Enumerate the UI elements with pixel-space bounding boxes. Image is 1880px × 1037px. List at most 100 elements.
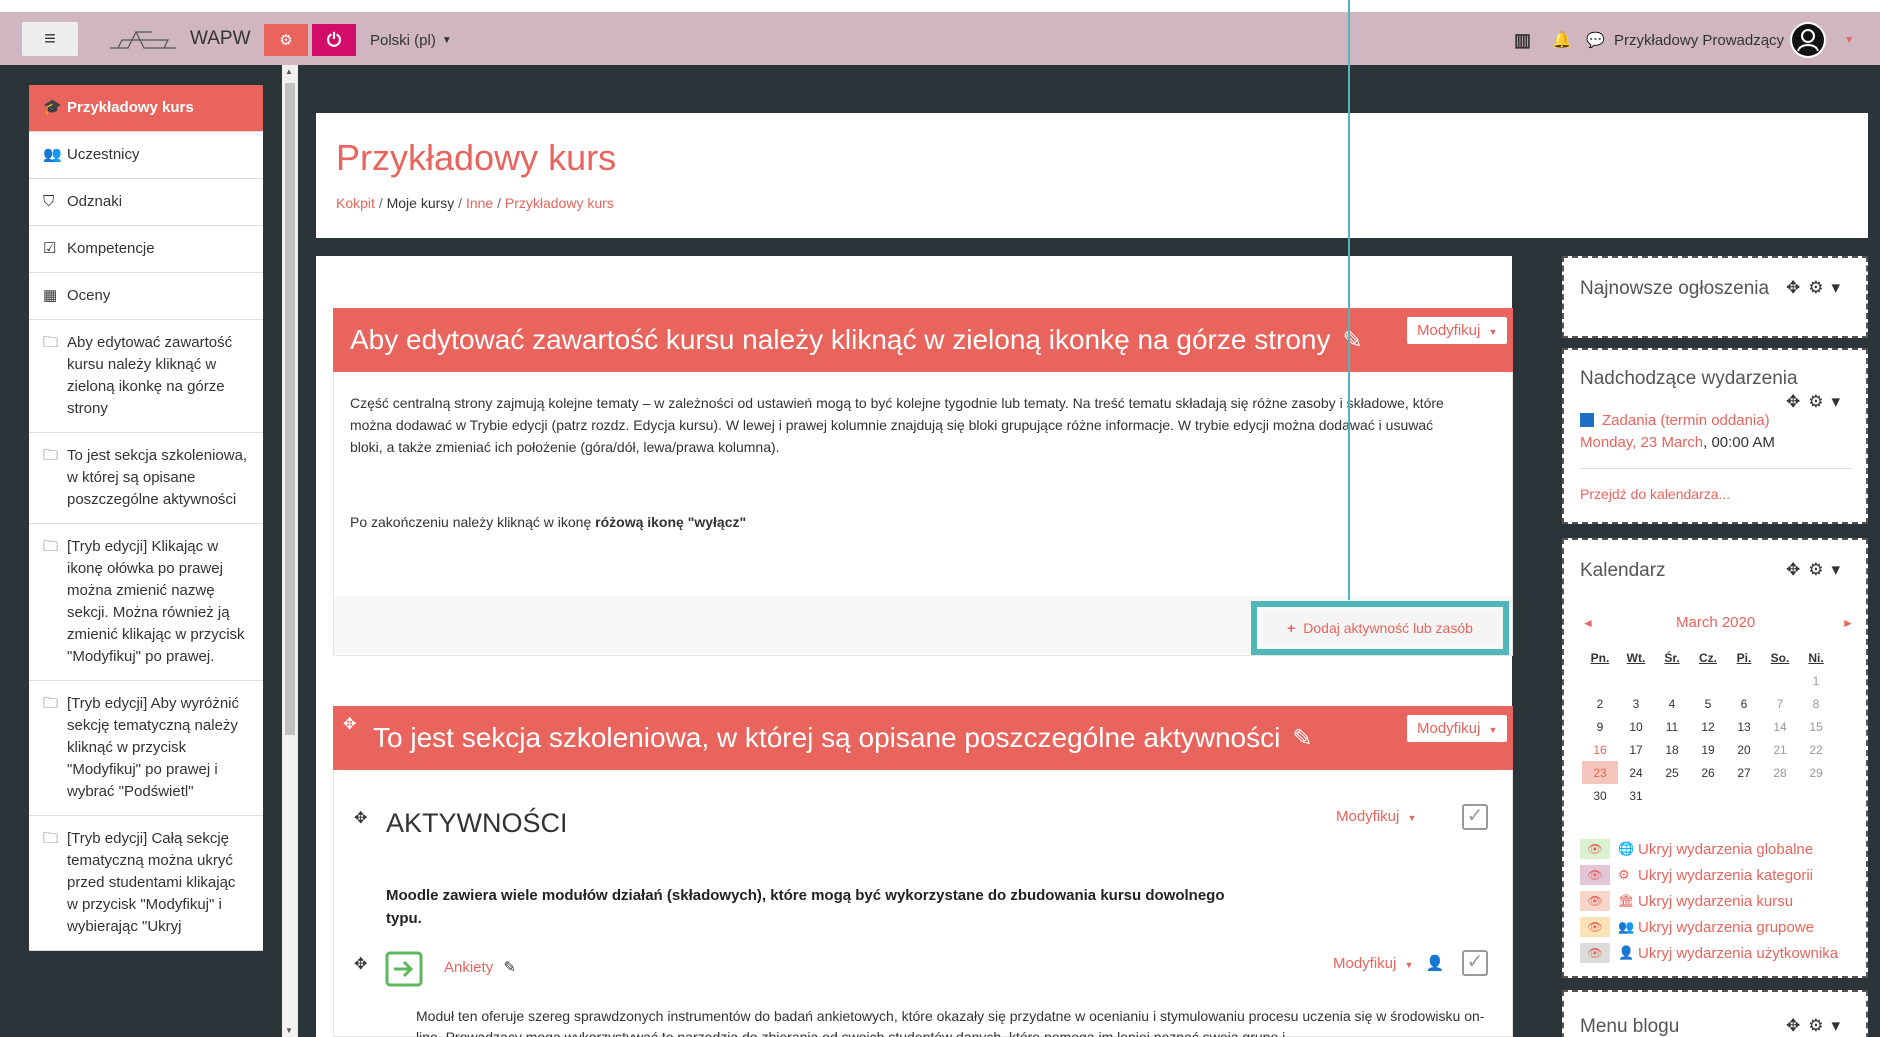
section-2-header: ✥ To jest sekcja szkoleniowa, w której s…	[333, 706, 1513, 770]
calendar-day[interactable]: 5	[1690, 692, 1726, 715]
calendar-day[interactable]: 27	[1726, 761, 1762, 784]
caret-down-icon: ▼	[1488, 725, 1498, 735]
sidebar-item[interactable]: ☑ Kompetencje	[29, 226, 263, 273]
block-controls[interactable]: ✥⚙▾	[1786, 1016, 1848, 1036]
section-1-modify-button[interactable]: Modyfikuj ▼	[1407, 317, 1508, 344]
calendar-day[interactable]: 20	[1726, 738, 1762, 761]
folder-icon: 🗀	[43, 447, 59, 464]
add-activity-button[interactable]: + Dodaj aktywność lub zasób	[1263, 612, 1497, 644]
sidebar-item[interactable]: 🗀 [Tryb edycji] Aby wyróżnić sekcję temat…	[29, 681, 263, 816]
calendar-day[interactable]: 25	[1654, 761, 1690, 784]
sidebar-item[interactable]: 🗀 [Tryb edycji] Klikając w ikonę ołówka p…	[29, 524, 263, 681]
calendar-day[interactable]: 8	[1798, 692, 1834, 715]
next-month-arrow[interactable]: ►	[1842, 616, 1854, 630]
calendar-filter[interactable]: 👁 👥 Ukryj wydarzenia grupowe	[1580, 914, 1838, 940]
calendar-day[interactable]: 31	[1618, 784, 1654, 807]
calendar-day	[1582, 669, 1618, 692]
block-controls[interactable]: ✥⚙▾	[1786, 392, 1848, 412]
settings-cogs-button[interactable]: ⚙	[264, 24, 308, 56]
calendar-day[interactable]: 11	[1654, 715, 1690, 738]
calendar-day[interactable]: 7	[1762, 692, 1798, 715]
filter-label: Ukryj wydarzenia użytkownika	[1638, 944, 1839, 962]
move-icon[interactable]: ✥	[354, 954, 367, 974]
sidebar-item[interactable]: 🎓 Przykładowy kurs	[29, 85, 263, 132]
sidebar-item[interactable]: 🗀 [Tryb edycji] Całą sekcję tematyczną mo…	[29, 816, 263, 951]
calendar-day[interactable]: 14	[1762, 715, 1798, 738]
calendar-day[interactable]: 21	[1762, 738, 1798, 761]
calendar-filter[interactable]: 👁 🌐 Ukryj wydarzenia globalne	[1580, 836, 1838, 862]
activities-modify-button[interactable]: Modyfikuj ▼	[1336, 808, 1416, 825]
calendar-day[interactable]: 13	[1726, 715, 1762, 738]
prev-month-arrow[interactable]: ◄	[1582, 616, 1594, 630]
user-menu[interactable]: Przykładowy Prowadzący ▼	[1614, 20, 1854, 60]
breadcrumb-course[interactable]: Przykładowy kurs	[505, 195, 614, 211]
calendar-day[interactable]: 23	[1582, 761, 1618, 784]
calendar-day[interactable]: 4	[1654, 692, 1690, 715]
calendar-day[interactable]: 2	[1582, 692, 1618, 715]
bell-icon[interactable]: 🔔	[1552, 26, 1572, 54]
calendar-day[interactable]: 18	[1654, 738, 1690, 761]
calendar-day[interactable]: 1	[1798, 669, 1834, 692]
pencil-icon[interactable]: ✎	[503, 959, 516, 976]
pencil-icon[interactable]: ✎	[1342, 326, 1362, 355]
filter-label: Ukryj wydarzenia kategorii	[1638, 866, 1814, 884]
calendar-month[interactable]: March 2020	[1676, 614, 1755, 631]
sidebar-item[interactable]: ▦ Oceny	[29, 273, 263, 320]
upcoming-title: Nadchodzące wydarzenia	[1580, 368, 1798, 389]
map-icon[interactable]: ▥	[1514, 26, 1531, 54]
drawer-scrollbar[interactable]: ▲ ▼	[282, 65, 298, 1037]
sidebar-item[interactable]: 🗀 To jest sekcja szkoleniowa, w której są…	[29, 433, 263, 524]
ankiety-modify-button[interactable]: Modyfikuj ▼ 👤	[1333, 954, 1444, 972]
calendar-day[interactable]: 3	[1618, 692, 1654, 715]
site-logo[interactable]: WAPW	[108, 24, 251, 54]
upcoming-events-block: Nadchodzące wydarzenia ✥⚙▾ Zadania (term…	[1562, 348, 1868, 524]
scroll-down-icon[interactable]: ▼	[285, 1026, 293, 1035]
table-icon: ▦	[43, 287, 58, 304]
calendar-day[interactable]: 28	[1762, 761, 1798, 784]
block-controls[interactable]: ✥⚙▾	[1786, 278, 1848, 298]
move-icon[interactable]: ✥	[354, 808, 367, 828]
goto-calendar-link[interactable]: Przejdź do kalendarza...	[1580, 486, 1730, 502]
ankiety-completion-checkbox[interactable]: ✓	[1462, 950, 1488, 976]
breadcrumb-kokpit[interactable]: Kokpit	[336, 195, 375, 211]
section-2-modify-button[interactable]: Modyfikuj ▼	[1407, 715, 1508, 742]
user-icon[interactable]: 👤	[1426, 955, 1445, 972]
completion-checkbox[interactable]: ✓	[1462, 804, 1488, 830]
calendar-day[interactable]: 15	[1798, 715, 1834, 738]
pencil-icon[interactable]: ✎	[1292, 724, 1312, 753]
block-controls[interactable]: ✥⚙▾	[1786, 560, 1848, 580]
move-icon[interactable]: ✥	[343, 714, 356, 734]
feedback-icon	[385, 951, 423, 987]
calendar-day[interactable]: 19	[1690, 738, 1726, 761]
calendar-day[interactable]: 16	[1582, 738, 1618, 761]
calendar-filter[interactable]: 👁 👤 Ukryj wydarzenia użytkownika	[1580, 940, 1838, 966]
edit-mode-power-button[interactable]: ⏻	[312, 24, 356, 56]
calendar-day[interactable]: 6	[1726, 692, 1762, 715]
weekday-header: Cz.	[1699, 650, 1717, 665]
upcoming-event[interactable]: Zadania (termin oddania) Monday, 23 Marc…	[1580, 410, 1775, 454]
calendar-day	[1726, 784, 1762, 807]
calendar-filter[interactable]: 👁 ⚙ Ukryj wydarzenia kategorii	[1580, 862, 1838, 888]
drawer-toggle-button[interactable]: ≡	[22, 22, 78, 56]
calendar-day[interactable]: 26	[1690, 761, 1726, 784]
calendar-day[interactable]: 12	[1690, 715, 1726, 738]
breadcrumb-inne[interactable]: Inne	[466, 195, 493, 211]
calendar-day[interactable]: 29	[1798, 761, 1834, 784]
calendar-day[interactable]: 22	[1798, 738, 1834, 761]
sidebar-item[interactable]: 🗀 Aby edytować zawartość kursu należy kli…	[29, 320, 263, 433]
language-menu[interactable]: Polski (pl) ▼	[370, 24, 452, 56]
calendar-filter[interactable]: 👁 🏛 Ukryj wydarzenia kursu	[1580, 888, 1838, 914]
calendar-day[interactable]: 10	[1618, 715, 1654, 738]
sidebar-item[interactable]: ⛉ Odznaki	[29, 179, 263, 226]
weekday-header: Ni.	[1808, 650, 1824, 665]
scroll-thumb[interactable]	[285, 83, 295, 735]
sidebar-item[interactable]: 👥 Uczestnicy	[29, 132, 263, 179]
calendar-day[interactable]: 24	[1618, 761, 1654, 784]
user-name: Przykładowy Prowadzący	[1614, 31, 1785, 49]
messages-icon[interactable]: 💬	[1586, 26, 1605, 54]
calendar-day[interactable]: 17	[1618, 738, 1654, 761]
ankiety-link[interactable]: Ankiety ✎	[444, 958, 516, 976]
scroll-up-icon[interactable]: ▲	[285, 67, 293, 76]
calendar-day[interactable]: 30	[1582, 784, 1618, 807]
calendar-day[interactable]: 9	[1582, 715, 1618, 738]
